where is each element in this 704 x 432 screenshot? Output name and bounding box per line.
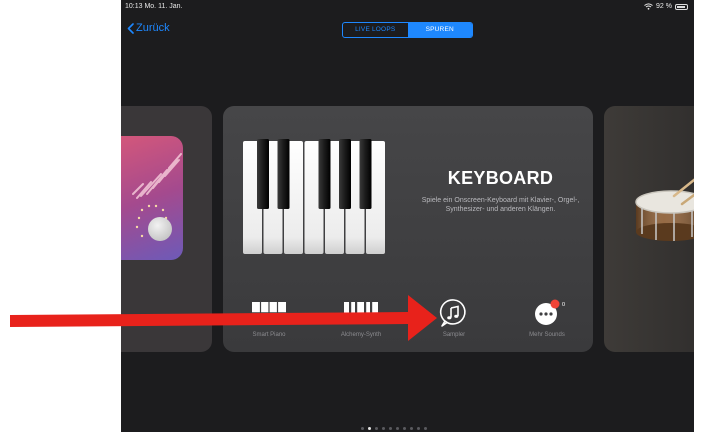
battery-icon	[675, 3, 688, 10]
piano-keys-illustration	[243, 139, 385, 254]
more-sounds-icon	[535, 299, 560, 325]
knob-art	[148, 217, 172, 241]
more-sounds-badge-count: 0	[561, 302, 566, 308]
instrument-card-next[interactable]	[604, 106, 694, 352]
page-dot[interactable]	[368, 427, 371, 430]
type-label-more-sounds: Mehr Sounds	[529, 332, 565, 338]
black-key	[318, 139, 331, 209]
type-label-smart-piano: Smart Piano	[252, 332, 286, 338]
alchemy-synth-icon	[344, 302, 378, 324]
page-dot[interactable]	[403, 427, 406, 430]
chevron-left-icon	[127, 22, 134, 34]
back-label: Zurück	[136, 22, 170, 34]
instrument-title: KEYBOARD	[447, 168, 554, 188]
garageband-screen: 10:13 Mo. 11. Jan. 92 % Zurück LIVE LOOP…	[121, 0, 694, 432]
type-label-alchemy-synth: Alchemy-Synth	[340, 332, 382, 338]
waveform-art	[132, 153, 182, 238]
previous-instrument-artwork	[121, 136, 183, 260]
page-dot[interactable]	[382, 427, 385, 430]
type-smart-piano[interactable]: Smart Piano	[223, 299, 315, 338]
page-dot[interactable]	[410, 427, 413, 430]
battery-percent: 92 %	[656, 3, 672, 10]
black-key	[359, 139, 372, 209]
sampler-icon	[439, 299, 466, 327]
view-segmented-control: LIVE LOOPS SPUREN	[342, 22, 473, 38]
page-dot[interactable]	[389, 427, 392, 430]
page-indicator	[361, 427, 427, 430]
type-alchemy-synth[interactable]: Alchemy-Synth	[315, 299, 407, 338]
page-dot[interactable]	[424, 427, 427, 430]
status-time: 10:13 Mo. 11. Jan.	[125, 3, 183, 10]
segment-live-loops[interactable]: LIVE LOOPS	[343, 23, 408, 37]
page-dot[interactable]	[375, 427, 378, 430]
page-dot[interactable]	[396, 427, 399, 430]
black-key	[277, 139, 290, 209]
battery-level-fill	[677, 5, 686, 8]
type-more-sounds[interactable]: 0 Mehr Sounds	[501, 299, 593, 338]
status-right: 92 %	[644, 3, 688, 10]
status-bar: 10:13 Mo. 11. Jan. 92 %	[121, 0, 694, 14]
type-label-sampler: Sampler	[442, 332, 466, 338]
drum-illustration	[635, 178, 694, 241]
instrument-card-keyboard[interactable]: KEYBOARD Spiele ein Onscreen-Keyboard mi…	[223, 106, 593, 352]
black-key	[339, 139, 351, 209]
segment-tracks[interactable]: SPUREN	[407, 23, 472, 37]
back-button[interactable]: Zurück	[127, 22, 170, 34]
page-dot[interactable]	[361, 427, 364, 430]
instrument-description: Spiele ein Onscreen-Keyboard mit Klavier…	[421, 197, 580, 213]
type-sampler[interactable]: Sampler	[408, 299, 500, 338]
wifi-icon	[644, 3, 653, 10]
page-dot[interactable]	[417, 427, 420, 430]
smart-piano-icon	[252, 302, 286, 324]
instrument-card-previous[interactable]	[121, 106, 212, 352]
black-key	[257, 139, 269, 209]
